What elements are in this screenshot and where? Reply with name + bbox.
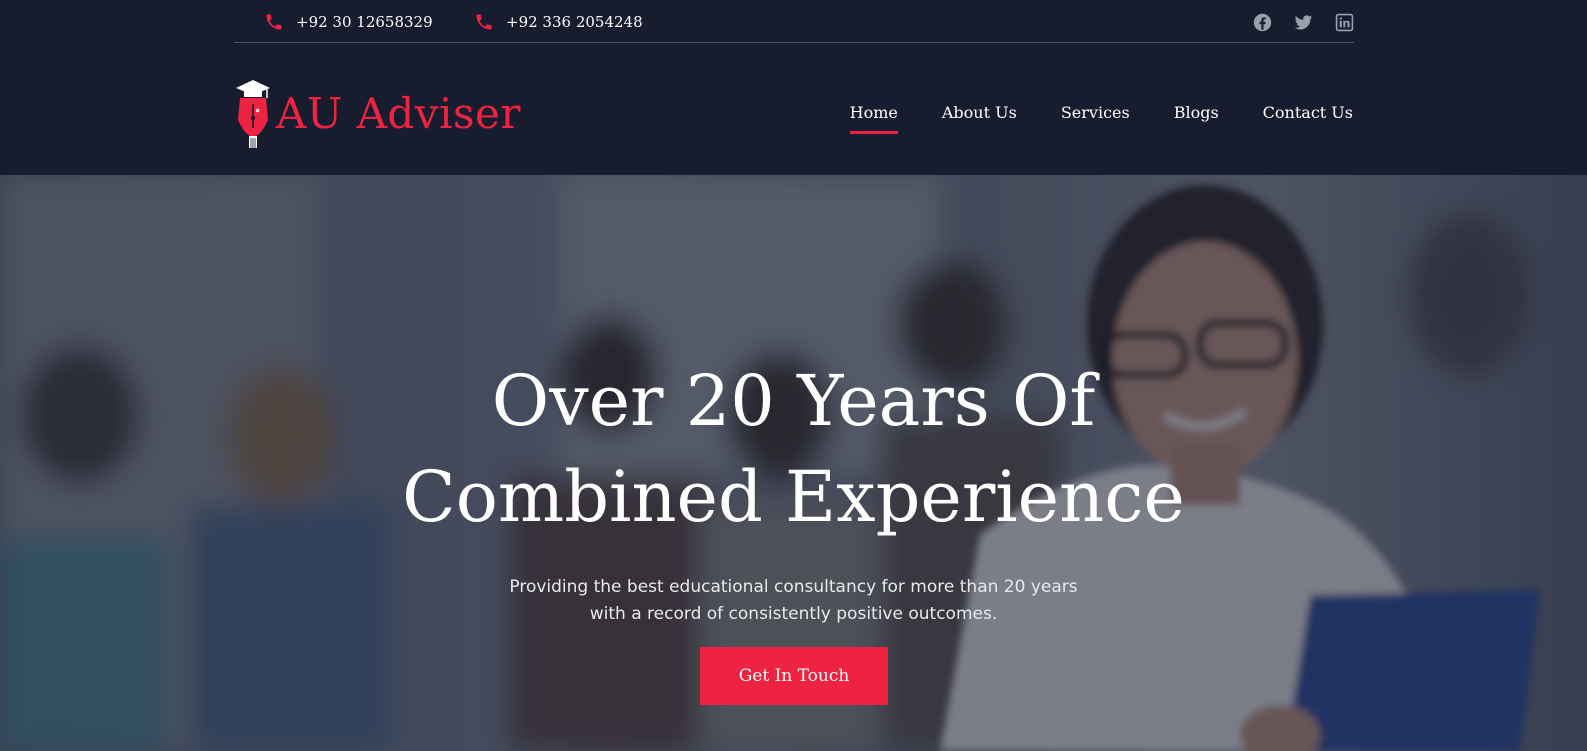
main-nav: Home About Us Services Blogs Contact Us — [849, 103, 1353, 134]
facebook-icon[interactable] — [1253, 13, 1272, 32]
phone-link-1[interactable]: +92 30 12658329 — [264, 12, 433, 32]
hero-section: Over 20 Years Of Combined Experience Pro… — [0, 175, 1587, 751]
social-links — [1253, 13, 1354, 32]
nav-home[interactable]: Home — [849, 103, 899, 134]
phone-number-1: +92 30 12658329 — [296, 13, 433, 31]
twitter-icon[interactable] — [1294, 13, 1313, 32]
top-bar: +92 30 12658329 +92 336 2054248 — [0, 0, 1587, 44]
site-header: AU Adviser Home About Us Services Blogs … — [0, 44, 1587, 175]
phone-number-2: +92 336 2054248 — [506, 13, 643, 31]
hero-title-line-2: Combined Experience — [402, 456, 1185, 538]
hero-subtitle-line-1: Providing the best educational consultan… — [509, 577, 1078, 597]
nav-blogs[interactable]: Blogs — [1174, 103, 1219, 134]
get-in-touch-button[interactable]: Get In Touch — [700, 647, 888, 705]
top-bar-inner: +92 30 12658329 +92 336 2054248 — [234, 0, 1354, 43]
phone-icon — [266, 14, 282, 30]
nav-about-us[interactable]: About Us — [942, 103, 1017, 134]
nav-contact-us[interactable]: Contact Us — [1263, 103, 1353, 134]
hero-title-line-1: Over 20 Years Of — [491, 360, 1096, 442]
hero-subtitle-line-2: with a record of consistently positive o… — [589, 604, 998, 624]
phone-icon — [476, 14, 492, 30]
graduation-pen-icon — [236, 80, 270, 148]
hero-subtitle: Providing the best educational consultan… — [0, 574, 1587, 628]
logo-link[interactable]: AU Adviser — [234, 78, 521, 150]
nav-services[interactable]: Services — [1061, 103, 1130, 134]
phone-link-2[interactable]: +92 336 2054248 — [474, 12, 643, 32]
linkedin-icon[interactable] — [1335, 13, 1354, 32]
logo-text: AU Adviser — [276, 89, 521, 138]
hero-title: Over 20 Years Of Combined Experience — [0, 353, 1587, 545]
